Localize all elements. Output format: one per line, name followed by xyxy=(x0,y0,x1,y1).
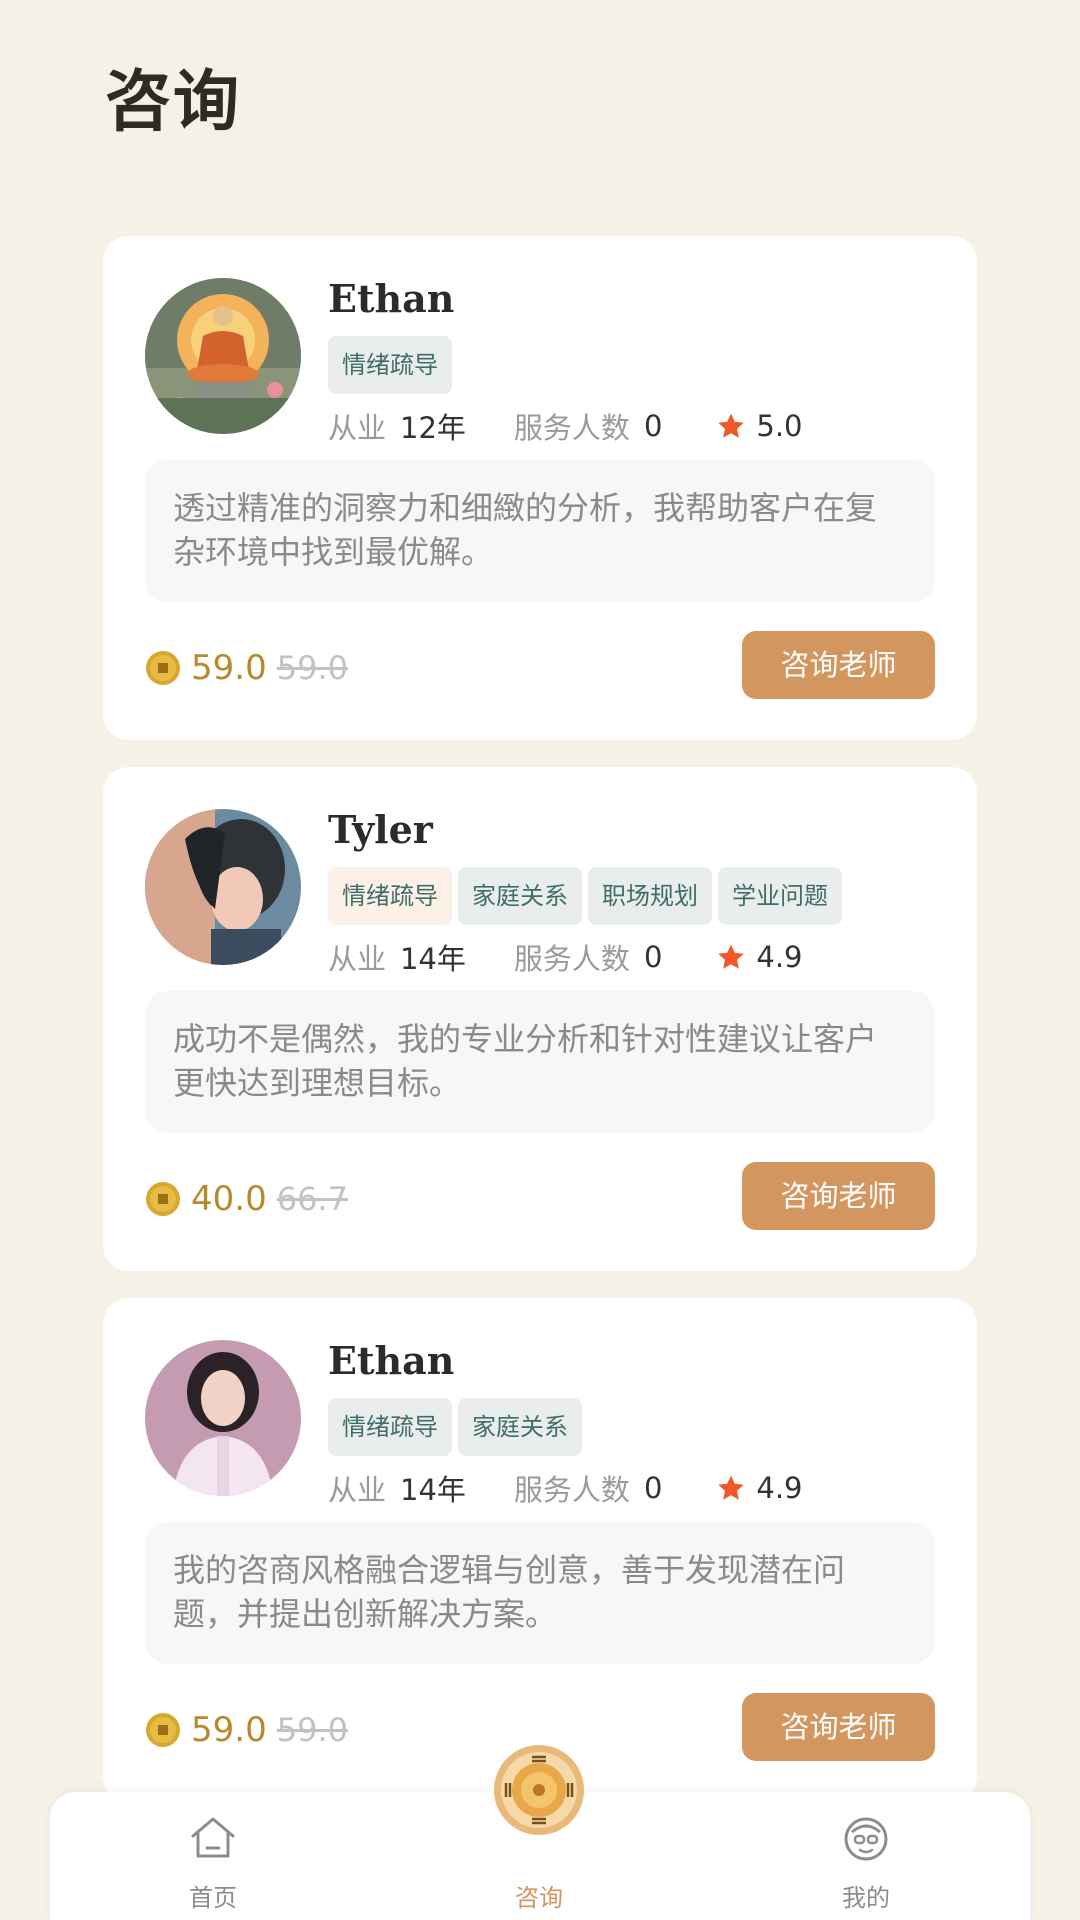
woman-pink-avatar[interactable] xyxy=(145,1340,301,1496)
original-price: 66.7 xyxy=(276,1180,348,1218)
counselor-name: Ethan xyxy=(328,1338,455,1383)
price-row: 59.0 59.0 xyxy=(145,644,348,692)
tag-list: 情绪疏导 家庭关系 职场规划 学业问题 xyxy=(328,867,842,925)
counselor-description: 透过精准的洞察力和细緻的分析，我帮助客户在复杂环境中找到最优解。 xyxy=(145,460,935,602)
tag: 情绪疏导 xyxy=(328,336,452,394)
nav-item-mine[interactable]: 我的 xyxy=(786,1792,946,1920)
counselor-card: Ethan 情绪疏导 家庭关系 从业 14年 服务人数 0 4.9 我的咨商风格… xyxy=(103,1298,977,1802)
star-icon xyxy=(718,1475,745,1500)
years-value: 14年 xyxy=(400,942,466,976)
buddha-avatar[interactable] xyxy=(145,278,301,434)
home-icon xyxy=(191,1817,235,1858)
tag: 情绪疏导 xyxy=(328,867,452,925)
nav-label: 首页 xyxy=(189,1884,237,1912)
nav-label: 咨询 xyxy=(515,1884,563,1912)
counselor-description: 我的咨商风格融合逻辑与创意，善于发现潜在问题，并提出创新解决方案。 xyxy=(145,1522,935,1664)
rating-value: 4.9 xyxy=(756,1471,803,1505)
served-label: 服务人数 xyxy=(513,1473,630,1507)
nav-label: 我的 xyxy=(842,1884,890,1912)
coin-icon xyxy=(146,651,180,685)
price: 59.0 xyxy=(191,648,267,688)
rating-value: 5.0 xyxy=(756,409,803,443)
years-value: 14年 xyxy=(400,1473,466,1507)
tag-list: 情绪疏导 xyxy=(328,336,452,394)
years-value: 12年 xyxy=(400,411,466,445)
tag: 情绪疏导 xyxy=(328,1398,452,1456)
years-label: 从业 xyxy=(328,942,387,976)
coin-icon xyxy=(146,1713,180,1747)
counselor-card: Tyler 情绪疏导 家庭关系 职场规划 学业问题 从业 14年 服务人数 0 … xyxy=(103,767,977,1271)
original-price: 59.0 xyxy=(276,649,348,687)
rating-value: 4.9 xyxy=(756,940,803,974)
star-icon xyxy=(718,944,745,969)
stats-row: 从业 14年 服务人数 0 4.9 xyxy=(328,937,803,977)
star-icon xyxy=(718,413,745,438)
price: 59.0 xyxy=(191,1710,267,1750)
tag: 家庭关系 xyxy=(458,1398,582,1456)
consult-teacher-button[interactable]: 咨询老师 xyxy=(742,631,935,699)
bagua-compass-icon[interactable] xyxy=(492,1743,586,1837)
counselor-list: Ethan 情绪疏导 从业 12年 服务人数 0 5.0 透过精准的洞察力和细緻… xyxy=(103,236,977,1829)
price-row: 59.0 59.0 xyxy=(145,1706,348,1754)
consult-teacher-button[interactable]: 咨询老师 xyxy=(742,1693,935,1761)
stats-row: 从业 14年 服务人数 0 4.9 xyxy=(328,1468,803,1508)
counselor-name: Tyler xyxy=(328,807,433,852)
stats-row: 从业 12年 服务人数 0 5.0 xyxy=(328,406,803,446)
served-value: 0 xyxy=(643,409,663,443)
served-value: 0 xyxy=(643,940,663,974)
served-label: 服务人数 xyxy=(513,942,630,976)
years-label: 从业 xyxy=(328,411,387,445)
counselor-card: Ethan 情绪疏导 从业 12年 服务人数 0 5.0 透过精准的洞察力和细緻… xyxy=(103,236,977,740)
tag: 职场规划 xyxy=(588,867,712,925)
years-label: 从业 xyxy=(328,1473,387,1507)
original-price: 59.0 xyxy=(276,1711,348,1749)
served-value: 0 xyxy=(643,1471,663,1505)
served-label: 服务人数 xyxy=(513,411,630,445)
page-title: 咨询 xyxy=(105,62,241,140)
tag: 家庭关系 xyxy=(458,867,582,925)
nav-item-home[interactable]: 首页 xyxy=(133,1792,293,1920)
consult-teacher-button[interactable]: 咨询老师 xyxy=(742,1162,935,1230)
coin-icon xyxy=(146,1182,180,1216)
counselor-name: Ethan xyxy=(328,276,455,321)
price: 40.0 xyxy=(191,1179,267,1219)
woman-portrait-avatar[interactable] xyxy=(145,809,301,965)
profile-face-icon xyxy=(844,1817,888,1861)
price-row: 40.0 66.7 xyxy=(145,1175,348,1223)
tag-list: 情绪疏导 家庭关系 xyxy=(328,1398,582,1456)
counselor-description: 成功不是偶然，我的专业分析和针对性建议让客户更快达到理想目标。 xyxy=(145,991,935,1133)
tag: 学业问题 xyxy=(718,867,842,925)
